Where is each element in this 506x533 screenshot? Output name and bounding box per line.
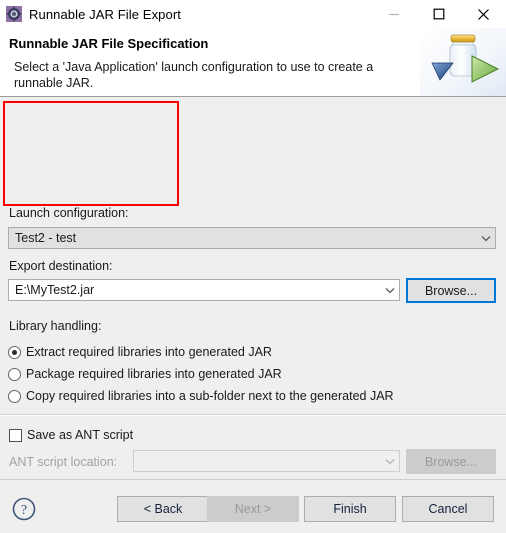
chevron-down-icon <box>381 458 399 465</box>
radio-label: Package required libraries into generate… <box>26 367 282 381</box>
page-description: Select a 'Java Application' launch confi… <box>14 60 374 90</box>
section-divider <box>0 414 506 416</box>
cancel-button[interactable]: Cancel <box>402 496 494 522</box>
chevron-down-icon <box>381 287 399 294</box>
export-destination-combo[interactable]: E:\MyTest2.jar <box>8 279 400 301</box>
help-icon[interactable]: ? <box>11 496 37 522</box>
radio-package-libraries[interactable]: Package required libraries into generate… <box>8 365 282 383</box>
wizard-content: Launch configuration: Test2 - test Expor… <box>0 97 506 501</box>
jar-illustration-icon <box>420 28 506 96</box>
svg-text:?: ? <box>21 503 27 518</box>
save-as-ant-script-checkbox[interactable]: Save as ANT script <box>9 426 133 444</box>
jar-export-icon <box>6 6 22 22</box>
ant-script-browse-button: Browse... <box>406 449 496 474</box>
checkbox-indicator <box>9 428 22 442</box>
export-destination-browse-button[interactable]: Browse... <box>406 278 496 303</box>
export-destination-value: E:\MyTest2.jar <box>15 283 95 297</box>
annotation-rectangle <box>3 101 179 206</box>
radio-indicator <box>8 389 21 403</box>
page-title: Runnable JAR File Specification <box>9 36 209 51</box>
window-title: Runnable JAR File Export <box>29 6 181 22</box>
checkbox-label: Save as ANT script <box>27 428 134 442</box>
radio-indicator <box>8 367 21 381</box>
library-handling-label: Library handling: <box>9 319 102 333</box>
finish-button[interactable]: Finish <box>304 496 396 522</box>
ant-script-location-label: ANT script location: <box>9 455 118 469</box>
launch-configuration-value: Test2 - test <box>15 231 77 245</box>
radio-copy-libraries[interactable]: Copy required libraries into a sub-folde… <box>8 387 394 405</box>
window-controls <box>371 0 506 28</box>
close-button[interactable] <box>461 0 506 28</box>
radio-label: Copy required libraries into a sub-folde… <box>26 389 394 403</box>
chevron-down-icon <box>477 235 495 242</box>
next-button: Next > <box>207 496 299 522</box>
export-destination-label: Export destination: <box>9 259 113 273</box>
launch-configuration-combo[interactable]: Test2 - test <box>8 227 496 249</box>
radio-indicator <box>8 345 21 359</box>
title-bar: Runnable JAR File Export <box>0 0 506 28</box>
launch-configuration-label: Launch configuration: <box>9 206 129 220</box>
ant-script-location-combo <box>133 450 400 472</box>
minimize-button[interactable] <box>371 0 416 28</box>
wizard-header: Runnable JAR File Specification Select a… <box>0 28 506 97</box>
radio-label: Extract required libraries into generate… <box>26 345 272 359</box>
back-button[interactable]: < Back <box>117 496 209 522</box>
maximize-button[interactable] <box>416 0 461 28</box>
radio-extract-libraries[interactable]: Extract required libraries into generate… <box>8 343 272 361</box>
